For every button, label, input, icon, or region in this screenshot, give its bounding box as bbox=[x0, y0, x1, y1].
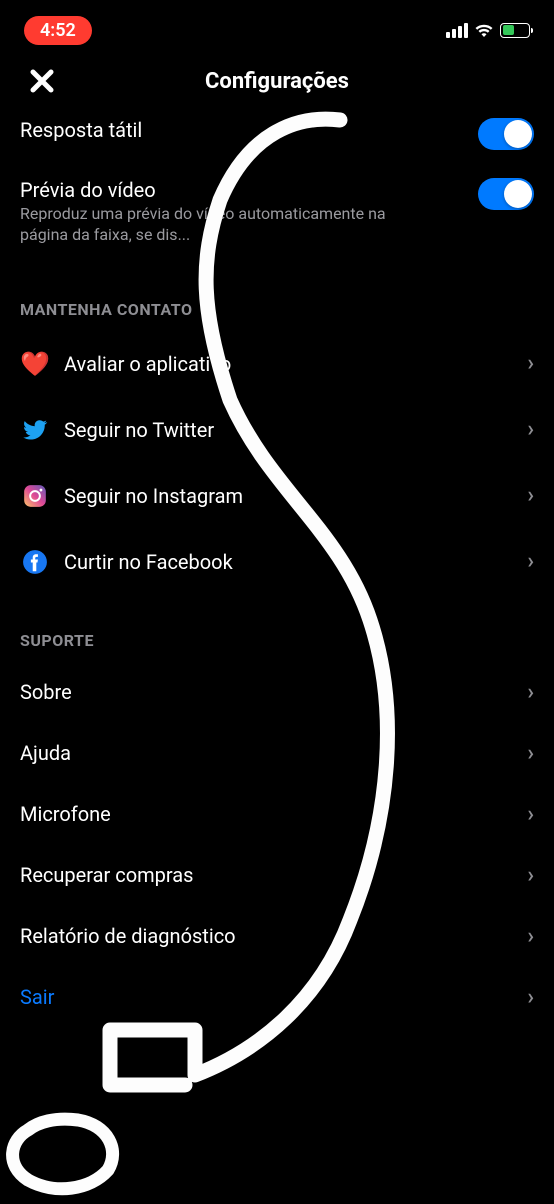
section-header-contact: MANTENHA CONTATO bbox=[0, 264, 554, 331]
list-label: Sair bbox=[20, 985, 527, 1009]
chevron-right-icon: › bbox=[527, 985, 534, 1010]
list-label: Microfone bbox=[20, 802, 527, 826]
list-item-rate[interactable]: ❤️ Avaliar o aplicativo › bbox=[0, 331, 554, 397]
list-label: Ajuda bbox=[20, 741, 527, 765]
list-label: Avaliar o aplicativo bbox=[64, 352, 527, 376]
toggle-haptic[interactable] bbox=[478, 118, 534, 150]
list-item-instagram[interactable]: Seguir no Instagram › bbox=[0, 463, 554, 529]
list-item-diagnostic-report[interactable]: Relatório de diagnóstico › bbox=[0, 906, 554, 967]
list-item-help[interactable]: Ajuda › bbox=[0, 723, 554, 784]
facebook-icon bbox=[20, 547, 50, 577]
chevron-right-icon: › bbox=[527, 417, 534, 442]
chevron-right-icon: › bbox=[527, 802, 534, 827]
instagram-icon bbox=[20, 481, 50, 511]
chevron-right-icon: › bbox=[527, 483, 534, 508]
chevron-right-icon: › bbox=[527, 680, 534, 705]
chevron-right-icon: › bbox=[527, 549, 534, 574]
status-indicators bbox=[446, 23, 530, 38]
list-label: Sobre bbox=[20, 680, 527, 704]
list-label: Seguir no Twitter bbox=[64, 418, 527, 442]
list-label: Seguir no Instagram bbox=[64, 484, 527, 508]
setting-title: Resposta tátil bbox=[20, 118, 478, 142]
header: Configurações bbox=[0, 54, 554, 108]
heart-icon: ❤️ bbox=[20, 349, 50, 379]
setting-row-haptic: Resposta tátil bbox=[0, 108, 554, 168]
content: Resposta tátil Prévia do vídeo Reproduz … bbox=[0, 108, 554, 1028]
setting-subtitle: Reproduz uma prévia do vídeo automaticam… bbox=[20, 204, 400, 246]
chevron-right-icon: › bbox=[527, 863, 534, 888]
close-icon bbox=[28, 67, 56, 95]
list-label: Relatório de diagnóstico bbox=[20, 924, 527, 948]
page-title: Configurações bbox=[205, 69, 349, 94]
close-button[interactable] bbox=[28, 67, 56, 95]
list-item-logout[interactable]: Sair › bbox=[0, 967, 554, 1028]
setting-title: Prévia do vídeo bbox=[20, 178, 478, 202]
section-header-support: SUPORTE bbox=[0, 595, 554, 662]
list-item-facebook[interactable]: Curtir no Facebook › bbox=[0, 529, 554, 595]
battery-icon bbox=[500, 23, 530, 38]
list-item-about[interactable]: Sobre › bbox=[0, 662, 554, 723]
setting-row-video-preview: Prévia do vídeo Reproduz uma prévia do v… bbox=[0, 168, 554, 264]
cellular-signal-icon bbox=[446, 23, 468, 38]
list-item-microphone[interactable]: Microfone › bbox=[0, 784, 554, 845]
list-label: Recuperar compras bbox=[20, 863, 527, 887]
list-item-restore-purchases[interactable]: Recuperar compras › bbox=[0, 845, 554, 906]
chevron-right-icon: › bbox=[527, 741, 534, 766]
wifi-icon bbox=[474, 23, 494, 38]
toggle-video-preview[interactable] bbox=[478, 178, 534, 210]
list-label: Curtir no Facebook bbox=[64, 550, 527, 574]
status-time: 4:52 bbox=[24, 16, 92, 45]
twitter-icon bbox=[20, 415, 50, 445]
status-bar: 4:52 bbox=[0, 0, 554, 54]
chevron-right-icon: › bbox=[527, 351, 534, 376]
list-item-twitter[interactable]: Seguir no Twitter › bbox=[0, 397, 554, 463]
chevron-right-icon: › bbox=[527, 924, 534, 949]
